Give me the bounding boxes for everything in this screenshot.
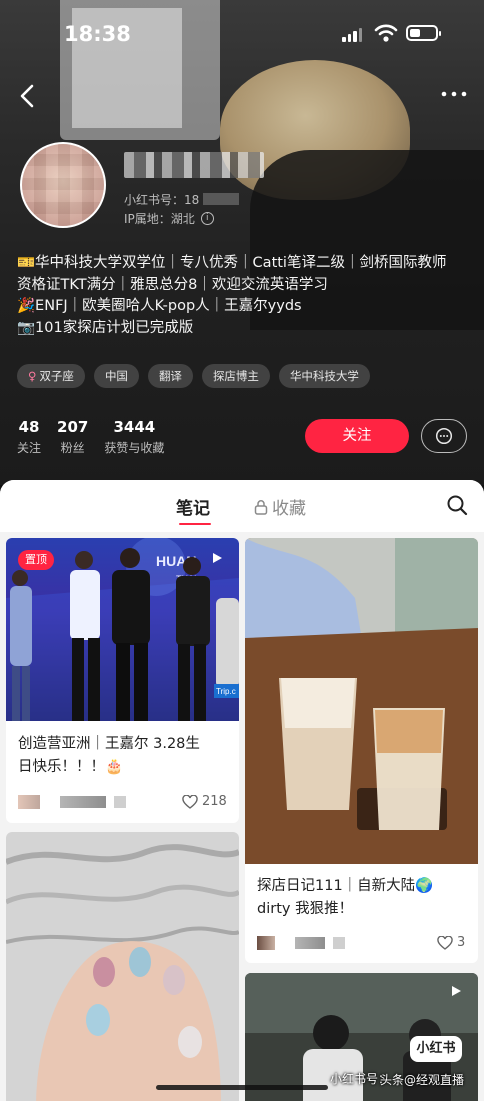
- stat-followers[interactable]: 207 粉丝: [57, 418, 88, 456]
- stat-number: 3444: [113, 418, 156, 436]
- bio-line: 🎉ENFJ｜欧美圈哈人K-pop人｜王嘉尔yyds: [17, 298, 302, 314]
- note-card[interactable]: 探店日记111｜自新大陆🌍 dirty 我狠推！ 3: [245, 538, 478, 963]
- author-avatar-blurred: [18, 795, 40, 809]
- author-name-blurred: [114, 796, 126, 808]
- stat-label: 粉丝: [60, 441, 85, 455]
- notes-content: 笔记 收藏 HUAN THAI: [0, 480, 484, 1101]
- video-play-icon: [452, 986, 461, 996]
- cellular-signal-icon: [342, 26, 362, 42]
- tag-explorer[interactable]: 探店博主: [201, 364, 270, 388]
- bio-line: 📷101家探店计划已完成版: [17, 319, 194, 336]
- more-options-icon[interactable]: [440, 88, 468, 100]
- content-tabs: 笔记 收藏: [0, 480, 484, 532]
- stat-number: 207: [57, 418, 89, 436]
- red-id-blurred: [203, 193, 240, 205]
- bio: 🎫华中科技大学双学位｜专八优秀｜Catti笔译二级｜剑桥国际教师 资格证TKT满…: [17, 253, 477, 339]
- like-number: 218: [202, 794, 227, 809]
- note-title-line: 创造营亚洲｜王嘉尔 3.28生: [18, 736, 200, 752]
- lock-icon: [254, 499, 268, 515]
- tab-notes[interactable]: 笔记: [176, 494, 210, 519]
- tab-active-indicator: [179, 523, 211, 525]
- profile-header: 18:38 小红书号：18 IP属地：湖北 i 🎫华中科技大学双学位｜专八优秀｜…: [0, 0, 484, 485]
- stat-label: 关注: [17, 441, 42, 455]
- author-name-blurred: [295, 937, 325, 949]
- avatar[interactable]: [20, 142, 106, 228]
- ip-location-label: IP属地：湖北: [124, 212, 195, 226]
- wifi-icon: [374, 24, 398, 42]
- note-title-line: 日快乐！！！🎂: [18, 759, 124, 775]
- note-author[interactable]: [18, 795, 126, 809]
- pinned-badge: 置顶: [18, 550, 54, 570]
- heart-icon: [182, 794, 198, 809]
- note-title-line: dirty 我狠推！: [257, 901, 354, 917]
- note-title-line: 探店日记111｜自新大陆🌍: [257, 878, 434, 894]
- tab-favorites-label: 收藏: [272, 499, 306, 519]
- toutiao-watermark: 头条@经观直播: [380, 1073, 465, 1087]
- author-name-blurred: [333, 937, 345, 949]
- stat-label: 获赞与收藏: [104, 441, 165, 455]
- note-title: 创造营亚洲｜王嘉尔 3.28生 日快乐！！！🎂: [18, 733, 228, 779]
- note-title: 探店日记111｜自新大陆🌍 dirty 我狠推！: [257, 875, 471, 921]
- tag-translation[interactable]: 翻译: [147, 364, 193, 388]
- stat-following[interactable]: 48 关注: [17, 418, 41, 456]
- stat-number: 48: [18, 418, 40, 436]
- red-id-label: 小红书号：18: [124, 193, 200, 207]
- video-play-icon: [213, 553, 222, 563]
- ip-location: IP属地：湖北 i: [124, 210, 214, 227]
- heart-icon: [437, 935, 453, 950]
- xiaohongshu-watermark-logo: 小红书: [410, 1036, 462, 1062]
- female-icon: ♀: [28, 369, 37, 383]
- search-icon[interactable]: [446, 494, 468, 516]
- bio-line: 🎫华中科技大学双学位｜专八优秀｜Catti笔译二级｜剑桥国际教师: [17, 255, 447, 271]
- battery-icon: [406, 25, 441, 41]
- note-author[interactable]: [257, 936, 345, 950]
- author-avatar-blurred: [257, 936, 275, 950]
- nail-art-image: [6, 832, 239, 1101]
- note-card[interactable]: HUAN THAI Trip.c 置顶: [6, 538, 239, 823]
- tag-label: 双子座: [39, 369, 74, 383]
- home-indicator[interactable]: [156, 1085, 328, 1090]
- like-count[interactable]: 218: [182, 794, 227, 809]
- note-card[interactable]: [6, 832, 239, 1101]
- tag-zodiac[interactable]: ♀ 双子座: [17, 364, 85, 388]
- status-time: 18:38: [64, 22, 131, 46]
- red-id: 小红书号：18: [124, 191, 240, 208]
- nickname-blurred: [124, 152, 264, 178]
- bio-line: 资格证TKT满分｜雅思总分8｜欢迎交流英语学习: [17, 276, 328, 293]
- note-image-stage: HUAN THAI Trip.c 置顶: [6, 538, 239, 721]
- follow-button[interactable]: 关注: [305, 419, 409, 453]
- like-number: 3: [457, 935, 466, 950]
- tab-favorites[interactable]: 收藏: [254, 494, 306, 519]
- chat-bubble-icon: [435, 427, 453, 445]
- stage-text: Trip.c: [216, 687, 236, 696]
- tag-country[interactable]: 中国: [93, 364, 139, 388]
- like-count[interactable]: 3: [437, 935, 465, 950]
- note-image-coffee: [245, 538, 478, 864]
- profile-stats: 48 关注 207 粉丝 3444 获赞与收藏: [17, 418, 180, 456]
- tag-university[interactable]: 华中科技大学: [278, 364, 370, 388]
- back-arrow-icon[interactable]: [14, 82, 42, 110]
- coffee-image: [245, 538, 478, 864]
- profile-tags: ♀ 双子座 中国 翻译 探店博主 华中科技大学: [17, 364, 370, 388]
- message-button[interactable]: [421, 419, 467, 453]
- stat-likes-collects[interactable]: 3444 获赞与收藏: [104, 418, 164, 456]
- info-icon[interactable]: i: [200, 212, 214, 225]
- author-name-blurred: [60, 796, 106, 808]
- status-bar: 18:38: [0, 0, 484, 60]
